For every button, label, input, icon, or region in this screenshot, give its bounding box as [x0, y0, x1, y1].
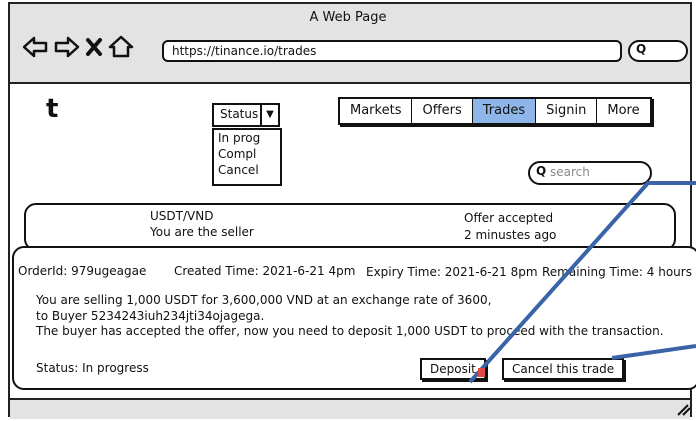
remaining-time: Remaining Time: 4 hours: [542, 265, 692, 279]
tab-signin[interactable]: Signin: [536, 99, 598, 123]
trade-description-line-1: You are selling 1,000 USDT for 3,600,000…: [36, 293, 492, 307]
logo[interactable]: t: [46, 94, 58, 124]
order-id: OrderId: 979ugeagae: [18, 264, 147, 278]
status-options-list: In prog Compl Cancel: [212, 128, 282, 186]
search-placeholder: search: [550, 165, 590, 179]
status-select[interactable]: Status ▼: [212, 103, 280, 127]
browser-nav-icons: [22, 35, 134, 58]
window-title: A Web Page: [309, 10, 387, 25]
home-icon[interactable]: [108, 35, 134, 58]
trade-summary-card[interactable]: USDT/VND You are the seller Offer accept…: [24, 203, 676, 251]
search-icon: Q: [536, 164, 547, 178]
trade-status: Status: In progress: [36, 361, 149, 375]
trade-state: Offer accepted: [464, 211, 554, 225]
expiry-time: Expiry Time: 2021-6-21 8pm: [366, 265, 538, 279]
chevron-down-icon[interactable]: ▼: [260, 105, 278, 125]
browser-search-button[interactable]: Q: [628, 40, 688, 62]
trade-description-line-2: to Buyer 5234243iuh234jti34ojagega.: [36, 309, 265, 323]
status-option-cancelled[interactable]: Cancel: [214, 162, 280, 178]
back-arrow-icon[interactable]: [22, 36, 48, 58]
tab-offers[interactable]: Offers: [412, 99, 473, 123]
close-x-icon[interactable]: [86, 38, 102, 56]
tab-markets[interactable]: Markets: [340, 99, 413, 123]
trade-detail-card: OrderId: 979ugeagae Created Time: 2021-6…: [12, 246, 696, 390]
trade-role: You are the seller: [150, 225, 254, 239]
trade-description-line-3: The buyer has accepted the offer, now yo…: [36, 324, 664, 338]
tab-trades[interactable]: Trades: [472, 99, 537, 123]
tab-more[interactable]: More: [597, 99, 649, 123]
created-time: Created Time: 2021-6-21 4pm: [174, 264, 356, 278]
forward-arrow-icon[interactable]: [54, 36, 80, 58]
main-menu: Markets Offers Trades Signin More: [338, 97, 652, 125]
url-bar[interactable]: https://tinance.io/trades: [162, 40, 622, 62]
trade-time-ago: 2 minustes ago: [464, 228, 557, 242]
browser-statusbar: [10, 398, 690, 419]
search-input[interactable]: Q search: [528, 161, 652, 185]
search-icon: Q: [636, 42, 647, 56]
status-select-label: Status: [220, 107, 259, 121]
resize-grip-icon[interactable]: [674, 402, 692, 416]
deposit-button[interactable]: Deposit: [420, 358, 486, 380]
cancel-trade-button[interactable]: Cancel this trade: [502, 358, 625, 380]
trade-pair: USDT/VND: [150, 209, 214, 223]
status-option-in-progress[interactable]: In prog: [214, 130, 280, 146]
status-option-completed[interactable]: Compl: [214, 146, 280, 162]
